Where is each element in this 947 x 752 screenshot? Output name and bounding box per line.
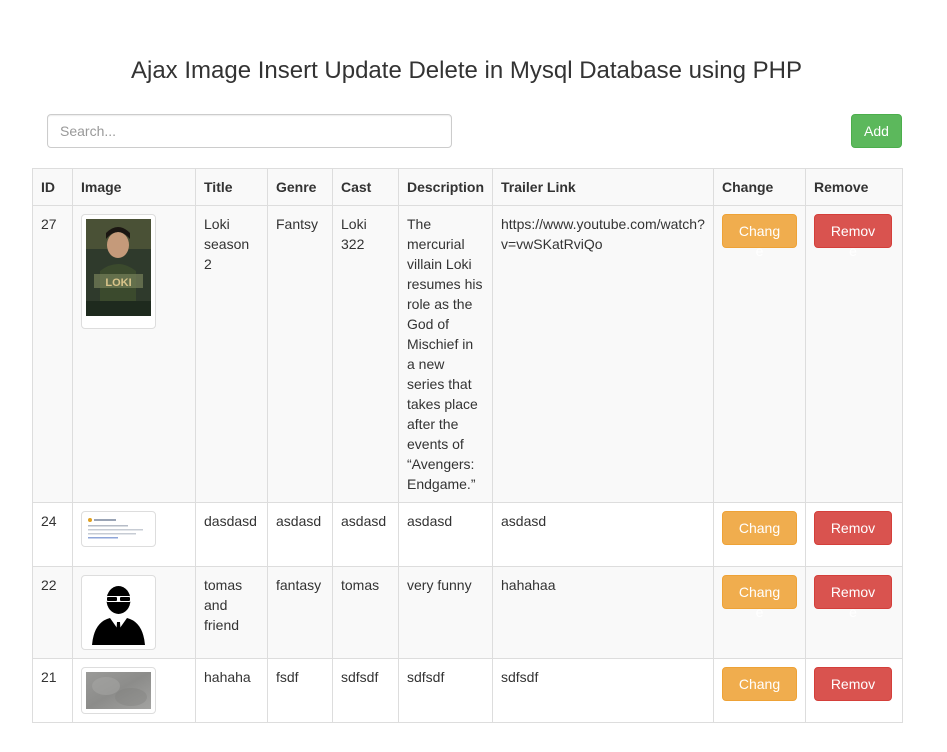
column-header-genre: Genre <box>267 168 333 206</box>
remove-button[interactable]: Remove <box>814 511 892 556</box>
remove-button[interactable]: Remove <box>814 575 892 620</box>
table-row: 21 hahaha fsdf sdfsdf sdfsdf sdfsdf Chan… <box>32 658 903 723</box>
cell-title: tomas and friend <box>195 566 268 659</box>
change-button[interactable]: Change <box>722 511 797 556</box>
cell-description: The mercurial villain Loki resumes his r… <box>398 205 493 503</box>
cell-remove: Remove <box>805 566 903 659</box>
change-button[interactable]: Change <box>722 575 797 620</box>
change-button[interactable]: Change <box>722 667 797 712</box>
cell-id: 21 <box>32 658 73 723</box>
cell-remove: Remove <box>805 205 903 503</box>
cell-trailer-link: asdasd <box>492 502 714 567</box>
cell-change: Change <box>713 658 806 723</box>
cell-cast: sdfsdf <box>332 658 399 723</box>
cell-title: dasdasd <box>195 502 268 567</box>
loki-poster-image: LOKI <box>81 214 156 329</box>
column-header-image: Image <box>72 168 196 206</box>
cell-id: 27 <box>32 205 73 503</box>
cell-title: hahaha <box>195 658 268 723</box>
cell-genre: Fantsy <box>267 205 333 503</box>
blurred-photo-image <box>81 667 156 714</box>
cell-title: Loki season 2 <box>195 205 268 503</box>
cell-image <box>72 502 196 567</box>
cell-cast: tomas <box>332 566 399 659</box>
cell-image <box>72 658 196 723</box>
table-header-row: ID Image Title Genre Cast Description Tr… <box>32 168 903 206</box>
table-row: 22 tomas and friend fantasy tomas very f… <box>32 566 903 659</box>
cell-trailer-link: https://www.youtube.com/watch?v=vwSKatRv… <box>492 205 714 503</box>
cell-change: Change <box>713 502 806 567</box>
cell-cast: asdasd <box>332 502 399 567</box>
search-input[interactable] <box>47 114 452 148</box>
column-header-trailer-link: Trailer Link <box>492 168 714 206</box>
column-header-description: Description <box>398 168 493 206</box>
cell-image: LOKI <box>72 205 196 503</box>
column-header-id: ID <box>32 168 73 206</box>
remove-button[interactable]: Remove <box>814 214 892 259</box>
column-header-title: Title <box>195 168 268 206</box>
remove-button[interactable]: Remove <box>814 667 892 712</box>
page-title: Ajax Image Insert Update Delete in Mysql… <box>130 57 802 84</box>
document-screenshot-image <box>81 511 156 547</box>
add-button[interactable]: Add <box>851 114 902 148</box>
column-header-remove: Remove <box>805 168 903 206</box>
cell-trailer-link: sdfsdf <box>492 658 714 723</box>
table-row: 27 LOKI Loki season 2 Fantsy Loki 322 Th… <box>32 205 903 503</box>
cell-trailer-link: hahahaa <box>492 566 714 659</box>
cell-genre: fsdf <box>267 658 333 723</box>
records-table: ID Image Title Genre Cast Description Tr… <box>32 168 903 723</box>
cell-description: asdasd <box>398 502 493 567</box>
cell-remove: Remove <box>805 658 903 723</box>
cell-id: 22 <box>32 566 73 659</box>
cell-description: sdfsdf <box>398 658 493 723</box>
table-row: 24 dasdasd asdasd asdasd asdasd asdasd C… <box>32 502 903 567</box>
cell-image <box>72 566 196 659</box>
svg-text:LOKI: LOKI <box>105 277 131 289</box>
cell-cast: Loki 322 <box>332 205 399 503</box>
column-header-cast: Cast <box>332 168 399 206</box>
change-button[interactable]: Change <box>722 214 797 259</box>
cell-remove: Remove <box>805 502 903 567</box>
agent-avatar-image <box>81 575 156 650</box>
cell-genre: fantasy <box>267 566 333 659</box>
column-header-change: Change <box>713 168 806 206</box>
cell-change: Change <box>713 205 806 503</box>
cell-change: Change <box>713 566 806 659</box>
cell-description: very funny <box>398 566 493 659</box>
cell-genre: asdasd <box>267 502 333 567</box>
cell-id: 24 <box>32 502 73 567</box>
